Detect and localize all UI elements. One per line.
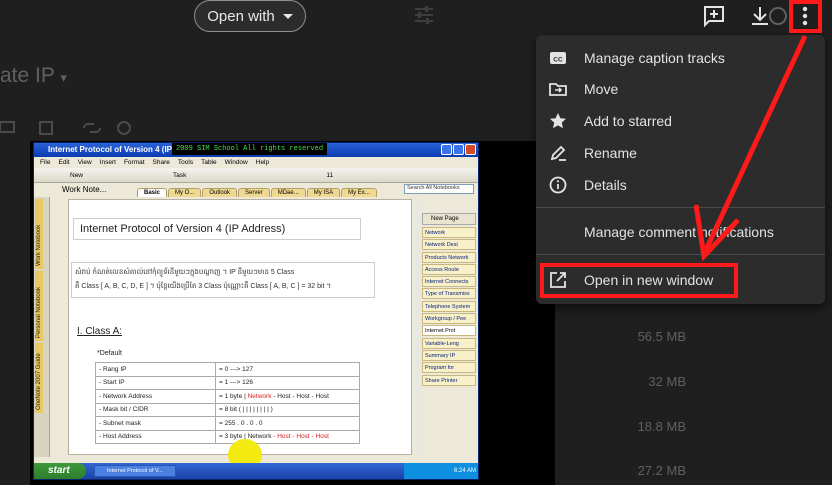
move-to-folder-icon <box>549 83 567 96</box>
notebook-sidebar: Work Notebook Personal Notebook OneNote … <box>34 197 50 457</box>
info-icon <box>549 176 567 194</box>
table-row: - Rang IP = 0 ---> 127 <box>95 362 360 377</box>
page-title: Internet Protocol of Version 4 (IP Addre… <box>73 218 361 240</box>
notebook-tabs: Work Note... Basic My O... Outlook Serve… <box>34 183 478 197</box>
close-icon <box>465 144 476 155</box>
open-with-button[interactable]: Open with <box>194 0 306 32</box>
menu-divider <box>536 254 825 255</box>
ip-table: - Rang IP = 0 ---> 127 - Start IP = 1 --->… <box>95 362 360 444</box>
svg-text:CC: CC <box>553 57 563 64</box>
menu-item-details[interactable]: Details <box>536 169 825 201</box>
table-row: - Network Address = 1 byte | Network - Ho… <box>95 389 360 404</box>
table-row: - Host Address = 3 byte | Network - Host … <box>95 429 360 444</box>
page-list: New Page Network Network Desi Products N… <box>422 213 476 387</box>
menu-item-move[interactable]: Move <box>536 73 825 105</box>
open-with-label: Open with <box>207 7 275 25</box>
taskbar: start Internet Protocol of V... 6:24 AM <box>34 463 478 479</box>
file-size: 27.2 MB <box>637 463 686 478</box>
watermark-text: 2009 SIM School All rights reserved <box>172 143 328 155</box>
note-page: Internet Protocol of Version 4 (IP Addre… <box>68 199 412 455</box>
file-size: 32 MB <box>648 374 686 389</box>
class-heading: I. Class A: <box>77 326 123 337</box>
default-label: *Default <box>97 350 122 357</box>
menu-item-manage-caption-tracks[interactable]: CC Manage caption tracks <box>536 42 825 74</box>
open-in-new-window-highlight <box>540 263 738 298</box>
pencil-icon <box>550 145 566 161</box>
video-frame: Internet Protocol of Version 4 (IP Ad 20… <box>33 142 479 480</box>
offline-icon <box>769 7 787 25</box>
menu-divider <box>536 207 825 208</box>
closed-caption-icon: CC <box>550 52 566 64</box>
table-row: - Subnet mask = 255 . 0 . 0 . 0 <box>95 416 360 431</box>
more-button-highlight <box>789 0 822 33</box>
maximize-icon <box>453 144 464 155</box>
khmer-text: សំរាប់ កំណត់លេខសំគាល់នៅកុំព្យូទ័រនីមួយៗក… <box>71 262 375 298</box>
menu-item-add-to-starred[interactable]: Add to starred <box>536 105 825 137</box>
chevron-down-icon <box>282 13 293 19</box>
minimize-icon <box>441 144 452 155</box>
menu-item-rename[interactable]: Rename <box>536 137 825 169</box>
star-icon <box>550 113 566 129</box>
app-menu-bar: File Edit View Insert Format Share Tools Table W… <box>40 159 270 166</box>
background-toolbar-icons <box>0 121 131 135</box>
tune-icon[interactable] <box>414 6 434 24</box>
app-toolbar: New Task 11 <box>34 168 478 183</box>
document-title-fragment: ate IP ▾ <box>0 64 67 87</box>
menu-item-manage-comment-notifications[interactable]: Manage comment notifications <box>536 216 825 248</box>
table-row: - Mask bit / CIDR = 8 bit ( | | | | | | |… <box>95 402 360 417</box>
file-size: 56.5 MB <box>637 329 686 344</box>
file-size: 18.8 MB <box>637 419 686 434</box>
table-row: - Start IP = 1 ---> 126 <box>95 375 360 390</box>
add-comment-icon[interactable] <box>702 4 726 28</box>
